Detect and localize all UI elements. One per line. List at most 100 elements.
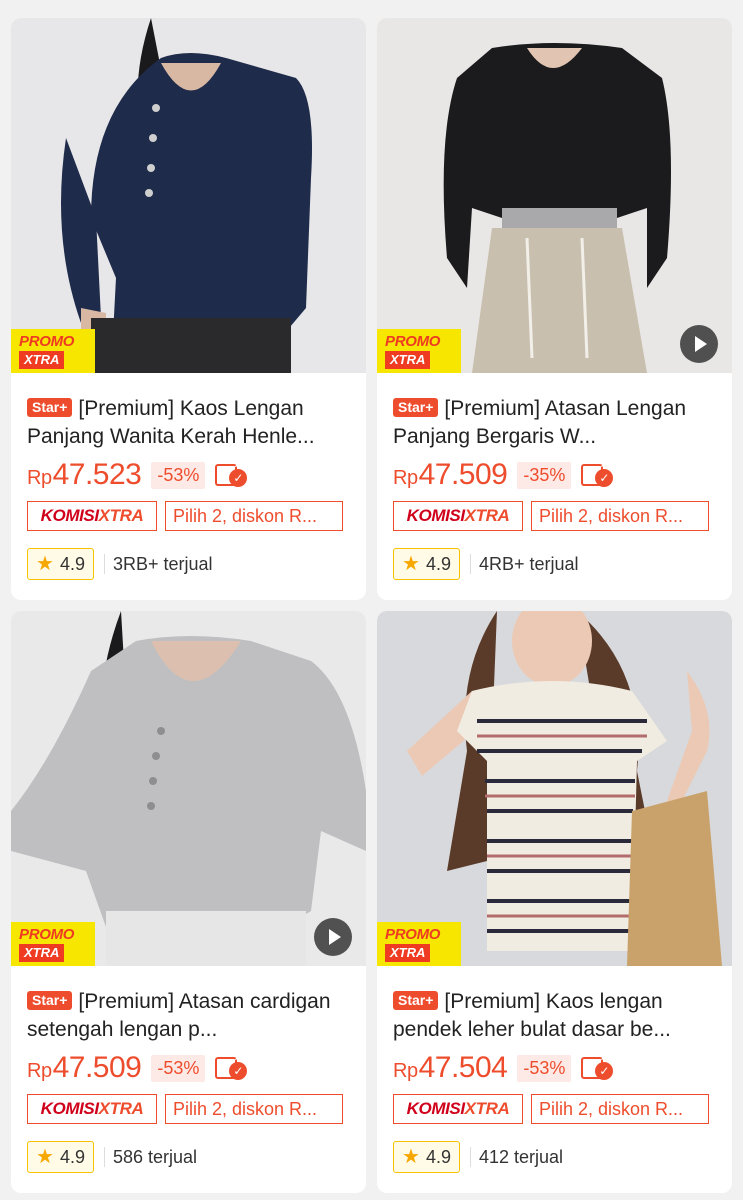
promo-xtra-label: XTRA xyxy=(385,351,431,369)
promo-label: PROMO xyxy=(19,333,75,350)
komisi-label: KOMISI xyxy=(40,506,99,525)
product-photo xyxy=(11,18,366,373)
price-row: Rp47.509 -53% ✓ xyxy=(27,1050,350,1086)
star-plus-badge: Star+ xyxy=(27,398,73,417)
coupon-check-icon: ✓ xyxy=(581,462,615,488)
promo-xtra-badge: PROMO XTRA xyxy=(11,922,95,966)
product-card[interactable]: PROMO XTRA Star+ [Premium] Kaos Lengan Pa… xyxy=(11,18,366,600)
rating-row: ★ 4.9 412 terjual xyxy=(393,1141,716,1173)
currency: Rp xyxy=(27,467,52,489)
komisi-label: KOMISI xyxy=(40,1099,99,1118)
product-title[interactable]: Star+ [Premium] Atasan Lengan Panjang Ber… xyxy=(393,395,716,451)
discount-badge: -35% xyxy=(517,461,572,489)
product-card[interactable]: PROMO XTRA Star+ [Premium] Kaos lengan pe… xyxy=(377,611,732,1193)
currency: Rp xyxy=(393,467,418,489)
promo-xtra-badge: PROMO XTRA xyxy=(377,329,461,373)
product-price: Rp47.504 xyxy=(393,1051,508,1085)
price-value: 47.509 xyxy=(418,458,508,491)
product-card[interactable]: PROMO XTRA Star+ [Premium] Atasan cardiga… xyxy=(11,611,366,1193)
star-icon: ★ xyxy=(402,553,420,575)
product-card[interactable]: PROMO XTRA Star+ [Premium] Atasan Lengan … xyxy=(377,18,732,600)
bundle-deal-tag[interactable]: Pilih 2, diskon R... xyxy=(531,1094,709,1124)
rating-value: 4.9 xyxy=(59,1146,85,1167)
bundle-deal-tag[interactable]: Pilih 2, diskon R... xyxy=(531,501,709,531)
xtra-label: XTRA xyxy=(98,1099,144,1118)
price-value: 47.523 xyxy=(52,458,142,491)
product-image[interactable]: PROMO XTRA xyxy=(377,18,732,373)
star-icon: ★ xyxy=(36,553,54,575)
promo-label: PROMO xyxy=(385,926,441,943)
product-photo xyxy=(377,18,732,373)
product-title[interactable]: Star+ [Premium] Kaos lengan pendek leher … xyxy=(393,988,716,1044)
currency: Rp xyxy=(27,1060,52,1082)
rating-badge: ★ 4.9 xyxy=(393,1141,460,1173)
play-icon[interactable] xyxy=(680,325,718,363)
komisi-label: KOMISI xyxy=(406,1099,465,1118)
rating-row: ★ 4.9 4RB+ terjual xyxy=(393,548,716,580)
product-price: Rp47.509 xyxy=(393,458,508,492)
product-info: Star+ [Premium] Kaos Lengan Panjang Wanit… xyxy=(11,395,366,580)
sold-count: 586 terjual xyxy=(103,1147,197,1167)
rating-badge: ★ 4.9 xyxy=(393,548,460,580)
product-grid: PROMO XTRA Star+ [Premium] Kaos Lengan Pa… xyxy=(0,0,743,1200)
xtra-label: XTRA xyxy=(464,506,510,525)
sold-count: 412 terjual xyxy=(469,1147,563,1167)
promo-xtra-badge: PROMO XTRA xyxy=(377,922,461,966)
product-title[interactable]: Star+ [Premium] Atasan cardigan setengah … xyxy=(27,988,350,1044)
promo-xtra-label: XTRA xyxy=(385,944,431,962)
product-title[interactable]: Star+ [Premium] Kaos Lengan Panjang Wanit… xyxy=(27,395,350,451)
play-icon[interactable] xyxy=(314,918,352,956)
product-photo xyxy=(377,611,732,966)
komisi-xtra-tag: KOMISIXTRA xyxy=(27,501,157,531)
price-row: Rp47.504 -53% ✓ xyxy=(393,1050,716,1086)
promo-xtra-badge: PROMO XTRA xyxy=(11,329,95,373)
bundle-deal-tag[interactable]: Pilih 2, diskon R... xyxy=(165,501,343,531)
product-image[interactable]: PROMO XTRA xyxy=(11,18,366,373)
price-row: Rp47.523 -53% ✓ xyxy=(27,457,350,493)
rating-value: 4.9 xyxy=(425,1146,451,1167)
coupon-check-icon: ✓ xyxy=(581,1055,615,1081)
rating-badge: ★ 4.9 xyxy=(27,548,94,580)
rating-value: 4.9 xyxy=(425,553,451,574)
product-info: Star+ [Premium] Kaos lengan pendek leher … xyxy=(377,988,732,1173)
rating-row: ★ 4.9 3RB+ terjual xyxy=(27,548,350,580)
product-info: Star+ [Premium] Atasan Lengan Panjang Ber… xyxy=(377,395,732,580)
product-image[interactable]: PROMO XTRA xyxy=(377,611,732,966)
tags-row: KOMISIXTRA Pilih 2, diskon R... xyxy=(27,1094,350,1124)
currency: Rp xyxy=(393,1060,418,1082)
promo-label: PROMO xyxy=(19,926,75,943)
komisi-xtra-tag: KOMISIXTRA xyxy=(393,1094,523,1124)
xtra-label: XTRA xyxy=(98,506,144,525)
discount-badge: -53% xyxy=(517,1054,572,1082)
price-row: Rp47.509 -35% ✓ xyxy=(393,457,716,493)
product-info: Star+ [Premium] Atasan cardigan setengah … xyxy=(11,988,366,1173)
star-plus-badge: Star+ xyxy=(27,991,73,1010)
tags-row: KOMISIXTRA Pilih 2, diskon R... xyxy=(393,1094,716,1124)
rating-value: 4.9 xyxy=(59,553,85,574)
product-photo xyxy=(11,611,366,966)
product-image[interactable]: PROMO XTRA xyxy=(11,611,366,966)
coupon-check-icon: ✓ xyxy=(215,462,249,488)
komisi-xtra-tag: KOMISIXTRA xyxy=(393,501,523,531)
sold-count: 3RB+ terjual xyxy=(103,554,213,574)
promo-label: PROMO xyxy=(385,333,441,350)
star-plus-badge: Star+ xyxy=(393,991,439,1010)
rating-row: ★ 4.9 586 terjual xyxy=(27,1141,350,1173)
promo-xtra-label: XTRA xyxy=(19,944,65,962)
price-value: 47.509 xyxy=(52,1051,142,1084)
discount-badge: -53% xyxy=(151,461,206,489)
promo-xtra-label: XTRA xyxy=(19,351,65,369)
product-title-text: [Premium] Atasan cardigan setengah lenga… xyxy=(27,990,331,1041)
komisi-xtra-tag: KOMISIXTRA xyxy=(27,1094,157,1124)
discount-badge: -53% xyxy=(151,1054,206,1082)
sold-count: 4RB+ terjual xyxy=(469,554,579,574)
coupon-check-icon: ✓ xyxy=(215,1055,249,1081)
xtra-label: XTRA xyxy=(464,1099,510,1118)
product-price: Rp47.509 xyxy=(27,1051,142,1085)
rating-badge: ★ 4.9 xyxy=(27,1141,94,1173)
star-icon: ★ xyxy=(402,1146,420,1168)
bundle-deal-tag[interactable]: Pilih 2, diskon R... xyxy=(165,1094,343,1124)
tags-row: KOMISIXTRA Pilih 2, diskon R... xyxy=(393,501,716,531)
price-value: 47.504 xyxy=(418,1051,508,1084)
star-plus-badge: Star+ xyxy=(393,398,439,417)
